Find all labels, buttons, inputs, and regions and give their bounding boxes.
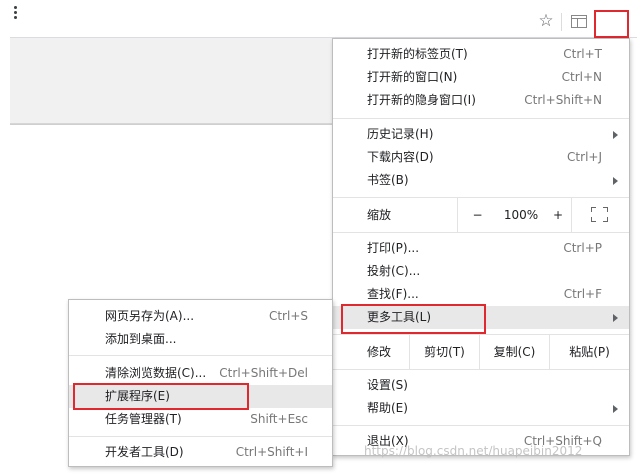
menu-item-label: 设置(S) bbox=[367, 378, 408, 392]
submenu-item-task-manager[interactable]: 任务管理器(T) Shift+Esc bbox=[69, 408, 332, 431]
menu-separator bbox=[69, 355, 332, 356]
menu-item-shortcut: Ctrl+Shift+N bbox=[524, 93, 602, 107]
menu-separator bbox=[333, 425, 629, 426]
menu-item-shortcut: Ctrl+F bbox=[563, 287, 602, 301]
menu-item-label: 查找(F)... bbox=[367, 287, 419, 301]
edit-label: 修改 bbox=[367, 345, 392, 359]
copy-button[interactable]: 复制(C) bbox=[479, 335, 549, 369]
watermark: https://blog.csdn.net/huapeibin2012 bbox=[364, 444, 583, 458]
menu-item-new-window[interactable]: 打开新的窗口(N) Ctrl+N bbox=[333, 66, 629, 89]
menu-item-cast[interactable]: 投射(C)... bbox=[333, 260, 629, 283]
submenu-item-save-page[interactable]: 网页另存为(A)... Ctrl+S bbox=[69, 305, 332, 328]
zoom-label: 缩放 bbox=[367, 208, 392, 222]
menu-item-shortcut: Ctrl+P bbox=[563, 241, 602, 255]
menu-item-label: 打开新的标签页(T) bbox=[367, 47, 468, 61]
submenu-arrow-icon bbox=[613, 314, 618, 322]
cut-button[interactable]: 剪切(T) bbox=[409, 335, 479, 369]
page-content-area bbox=[10, 38, 340, 124]
menu-item-find[interactable]: 查找(F)... Ctrl+F bbox=[333, 283, 629, 306]
menu-item-new-incognito[interactable]: 打开新的隐身窗口(I) Ctrl+Shift+N bbox=[333, 89, 629, 112]
page-content-divider bbox=[10, 124, 340, 125]
toolbar-separator bbox=[561, 13, 562, 31]
menu-item-label: 下载内容(D) bbox=[367, 150, 434, 164]
menu-item-history[interactable]: 历史记录(H) bbox=[333, 123, 629, 146]
menu-item-shortcut: Ctrl+Shift+I bbox=[235, 445, 308, 459]
submenu-item-dev-tools[interactable]: 开发者工具(D) Ctrl+Shift+I bbox=[69, 441, 332, 464]
menu-item-label: 网页另存为(A)... bbox=[105, 309, 195, 323]
kebab-highlight-box bbox=[594, 10, 629, 38]
menu-separator bbox=[69, 436, 332, 437]
menu-item-label: 书签(B) bbox=[367, 173, 409, 187]
menu-item-shortcut: Ctrl+T bbox=[563, 47, 602, 61]
menu-item-shortcut: Shift+Esc bbox=[250, 412, 308, 426]
extensions-highlight-box bbox=[73, 383, 249, 410]
zoom-row: 缩放 − 100% + bbox=[333, 198, 629, 232]
menu-separator bbox=[333, 369, 629, 370]
star-icon[interactable]: ☆ bbox=[537, 12, 555, 30]
submenu-arrow-icon bbox=[613, 177, 618, 185]
menu-separator bbox=[333, 232, 629, 233]
submenu-arrow-icon bbox=[613, 405, 618, 413]
menu-item-label: 打开新的窗口(N) bbox=[367, 70, 458, 84]
menu-item-label: 投射(C)... bbox=[367, 264, 421, 278]
menu-item-downloads[interactable]: 下载内容(D) Ctrl+J bbox=[333, 146, 629, 169]
menu-item-help[interactable]: 帮助(E) bbox=[333, 397, 629, 420]
menu-item-settings[interactable]: 设置(S) bbox=[333, 374, 629, 397]
menu-item-label: 打印(P)... bbox=[367, 241, 420, 255]
submenu-arrow-icon bbox=[613, 131, 618, 139]
menu-item-label: 开发者工具(D) bbox=[105, 445, 184, 459]
menu-item-shortcut: Ctrl+S bbox=[268, 309, 308, 323]
zoom-in-button[interactable]: + bbox=[545, 198, 571, 232]
zoom-value: 100% bbox=[503, 208, 539, 222]
main-menu: 打开新的标签页(T) Ctrl+T 打开新的窗口(N) Ctrl+N 打开新的隐… bbox=[332, 38, 630, 456]
menu-item-label: 打开新的隐身窗口(I) bbox=[367, 93, 476, 107]
submenu-item-add-to-desktop[interactable]: 添加到桌面... bbox=[69, 328, 332, 351]
menu-item-shortcut: Ctrl+J bbox=[567, 150, 602, 164]
edit-row: 修改 剪切(T) 复制(C) 粘贴(P) bbox=[333, 335, 629, 369]
menu-item-label: 历史记录(H) bbox=[367, 127, 434, 141]
more-tools-highlight-box bbox=[341, 304, 486, 334]
menu-item-shortcut: Ctrl+Shift+Del bbox=[219, 366, 308, 380]
menu-item-label: 添加到桌面... bbox=[105, 332, 177, 346]
extension-icon[interactable] bbox=[570, 12, 588, 30]
menu-item-label: 清除浏览数据(C)... bbox=[105, 366, 207, 380]
fullscreen-icon bbox=[591, 207, 608, 222]
menu-item-bookmarks[interactable]: 书签(B) bbox=[333, 169, 629, 192]
menu-item-print[interactable]: 打印(P)... Ctrl+P bbox=[333, 237, 629, 260]
menu-item-label: 帮助(E) bbox=[367, 401, 408, 415]
menu-separator bbox=[333, 118, 629, 119]
menu-item-new-tab[interactable]: 打开新的标签页(T) Ctrl+T bbox=[333, 43, 629, 66]
paste-button[interactable]: 粘贴(P) bbox=[549, 335, 629, 369]
submenu-item-clear-data[interactable]: 清除浏览数据(C)... Ctrl+Shift+Del bbox=[69, 362, 332, 385]
menu-item-label: 任务管理器(T) bbox=[105, 412, 182, 426]
zoom-out-button[interactable]: − bbox=[457, 198, 497, 232]
menu-item-shortcut: Ctrl+N bbox=[561, 70, 602, 84]
